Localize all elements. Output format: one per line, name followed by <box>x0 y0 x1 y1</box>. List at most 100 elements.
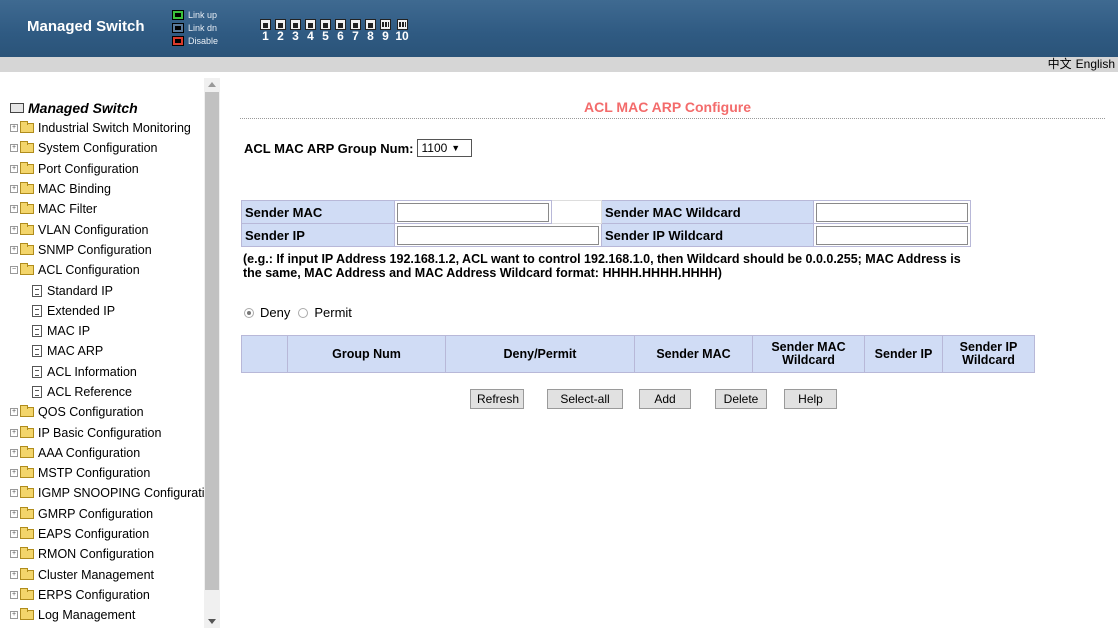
sidebar: Managed Switch + Industrial Switch Monito… <box>0 72 220 628</box>
sidebar-item-rmon-configuration[interactable]: + RMON Configuration <box>10 544 205 564</box>
expand-icon[interactable]: + <box>10 611 18 620</box>
port-2[interactable]: 2 <box>273 19 288 43</box>
port-7[interactable]: 7 <box>348 19 363 43</box>
port-1[interactable]: 1 <box>258 19 273 43</box>
sender-mac-input[interactable] <box>397 202 549 222</box>
sidebar-item-gmrp-configuration[interactable]: + GMRP Configuration <box>10 504 205 524</box>
sidebar-item-label: Port Configuration <box>38 161 139 176</box>
expand-icon[interactable]: + <box>10 448 18 457</box>
expand-icon[interactable]: + <box>10 469 18 478</box>
expand-icon[interactable]: + <box>10 225 18 234</box>
sidebar-item-igmp-snooping-configuration[interactable]: + IGMP SNOOPING Configuration <box>10 483 205 503</box>
sidebar-item-vlan-configuration[interactable]: + VLAN Configuration <box>10 219 205 239</box>
folder-icon <box>20 161 34 174</box>
sidebar-item-acl-reference[interactable]: ACL Reference <box>10 382 205 402</box>
permit-radio[interactable] <box>298 307 309 318</box>
sidebar-item-snmp-configuration[interactable]: + SNMP Configuration <box>10 240 205 260</box>
sidebar-item-mac-ip[interactable]: MAC IP <box>10 321 205 341</box>
sidebar-item-label: Industrial Switch Monitoring <box>38 121 191 136</box>
mac-arp-form: Sender MAC Sender MAC Wildcard Sender IP… <box>241 200 971 247</box>
sender-mac-wildcard-input[interactable] <box>816 202 968 222</box>
sidebar-item-erps-configuration[interactable]: + ERPS Configuration <box>10 585 205 605</box>
sidebar-item-eaps-configuration[interactable]: + EAPS Configuration <box>10 524 205 544</box>
table-header-row: Group Num Deny/Permit Sender MAC Sender … <box>241 335 1035 373</box>
scroll-up-icon[interactable] <box>208 82 216 87</box>
language-switch: 中文 English <box>1044 57 1115 72</box>
sidebar-item-aaa-configuration[interactable]: + AAA Configuration <box>10 443 205 463</box>
port-8[interactable]: 8 <box>363 19 378 43</box>
refresh-button[interactable]: Refresh <box>470 389 524 409</box>
port-6[interactable]: 6 <box>333 19 348 43</box>
expand-icon[interactable]: + <box>10 489 18 498</box>
expand-icon[interactable]: + <box>10 185 18 194</box>
deny-radio[interactable] <box>244 307 254 318</box>
port-10[interactable]: 10 <box>393 19 411 43</box>
sidebar-item-qos-configuration[interactable]: + QOS Configuration <box>10 402 205 422</box>
sidebar-item-ip-basic-configuration[interactable]: + IP Basic Configuration <box>10 422 205 442</box>
expand-icon[interactable]: + <box>10 245 18 254</box>
port-5[interactable]: 5 <box>318 19 333 43</box>
scroll-thumb[interactable] <box>205 92 219 590</box>
folder-icon <box>20 527 34 540</box>
sidebar-item-mac-arp[interactable]: MAC ARP <box>10 341 205 361</box>
port-number: 4 <box>307 29 314 43</box>
sidebar-item-mac-filter[interactable]: + MAC Filter <box>10 199 205 219</box>
sidebar-item-port-configuration[interactable]: + Port Configuration <box>10 159 205 179</box>
sidebar-item-industrial-switch-monitoring[interactable]: + Industrial Switch Monitoring <box>10 118 205 138</box>
folder-icon <box>20 222 34 235</box>
document-icon <box>32 304 42 317</box>
folder-icon <box>20 405 34 418</box>
expand-icon[interactable]: + <box>10 144 18 153</box>
sender-mac-wildcard-cell <box>813 200 971 224</box>
port-9[interactable]: 9 <box>378 19 393 43</box>
sidebar-item-mstp-configuration[interactable]: + MSTP Configuration <box>10 463 205 483</box>
scroll-down-icon[interactable] <box>208 619 216 624</box>
folder-icon <box>20 182 34 195</box>
sidebar-item-label: MAC IP <box>47 324 91 339</box>
sidebar-item-log-management[interactable]: + Log Management <box>10 605 205 625</box>
expand-icon[interactable]: + <box>10 408 18 417</box>
sidebar-item-mac-binding[interactable]: + MAC Binding <box>10 179 205 199</box>
sidebar-item-acl-information[interactable]: ACL Information <box>10 362 205 382</box>
sender-ip-wildcard-label: Sender IP Wildcard <box>601 223 814 247</box>
expand-icon[interactable]: + <box>10 164 18 173</box>
language-chinese-link[interactable]: 中文 <box>1048 57 1072 71</box>
tree-root[interactable]: Managed Switch <box>10 98 205 118</box>
sidebar-item-cluster-management[interactable]: + Cluster Management <box>10 565 205 585</box>
sidebar-item-standard-ip[interactable]: Standard IP <box>10 280 205 300</box>
sidebar-item-system-configuration[interactable]: + System Configuration <box>10 138 205 158</box>
expand-icon[interactable]: + <box>10 530 18 539</box>
expand-icon[interactable]: + <box>10 124 18 133</box>
group-num-select[interactable]: 1100 ▼ <box>417 139 473 157</box>
sender-ip-wildcard-input[interactable] <box>816 225 968 245</box>
collapse-icon[interactable]: − <box>10 266 18 275</box>
sender-ip-input[interactable] <box>397 225 599 245</box>
ethernet-port-icon <box>305 19 316 30</box>
expand-icon[interactable]: + <box>10 509 18 518</box>
expand-icon[interactable]: + <box>10 428 18 437</box>
document-icon <box>32 284 42 297</box>
expand-icon[interactable]: + <box>10 590 18 599</box>
add-button[interactable]: Add <box>639 389 691 409</box>
port-3[interactable]: 3 <box>288 19 303 43</box>
sidebar-scrollbar[interactable] <box>204 78 220 628</box>
port-number: 10 <box>395 29 409 43</box>
sidebar-item-extended-ip[interactable]: Extended IP <box>10 301 205 321</box>
expand-icon[interactable]: + <box>10 550 18 559</box>
sidebar-item-label: QOS Configuration <box>38 405 144 420</box>
sender-ip-label: Sender IP <box>241 223 395 247</box>
ethernet-port-icon <box>335 19 346 30</box>
select-all-button[interactable]: Select-all <box>547 389 623 409</box>
sidebar-item-acl-configuration[interactable]: − ACL Configuration <box>10 260 205 280</box>
sidebar-item-label: MSTP Configuration <box>38 466 151 481</box>
disable-icon <box>172 35 184 46</box>
port-4[interactable]: 4 <box>303 19 318 43</box>
folder-icon <box>20 202 34 215</box>
expand-icon[interactable]: + <box>10 205 18 214</box>
sidebar-item-label: ERPS Configuration <box>38 587 150 602</box>
delete-button[interactable]: Delete <box>715 389 767 409</box>
expand-icon[interactable]: + <box>10 570 18 579</box>
help-button[interactable]: Help <box>784 389 837 409</box>
language-english-link[interactable]: English <box>1076 57 1115 71</box>
sender-ip-wildcard-column-header: Sender IP Wildcard <box>942 335 1035 373</box>
